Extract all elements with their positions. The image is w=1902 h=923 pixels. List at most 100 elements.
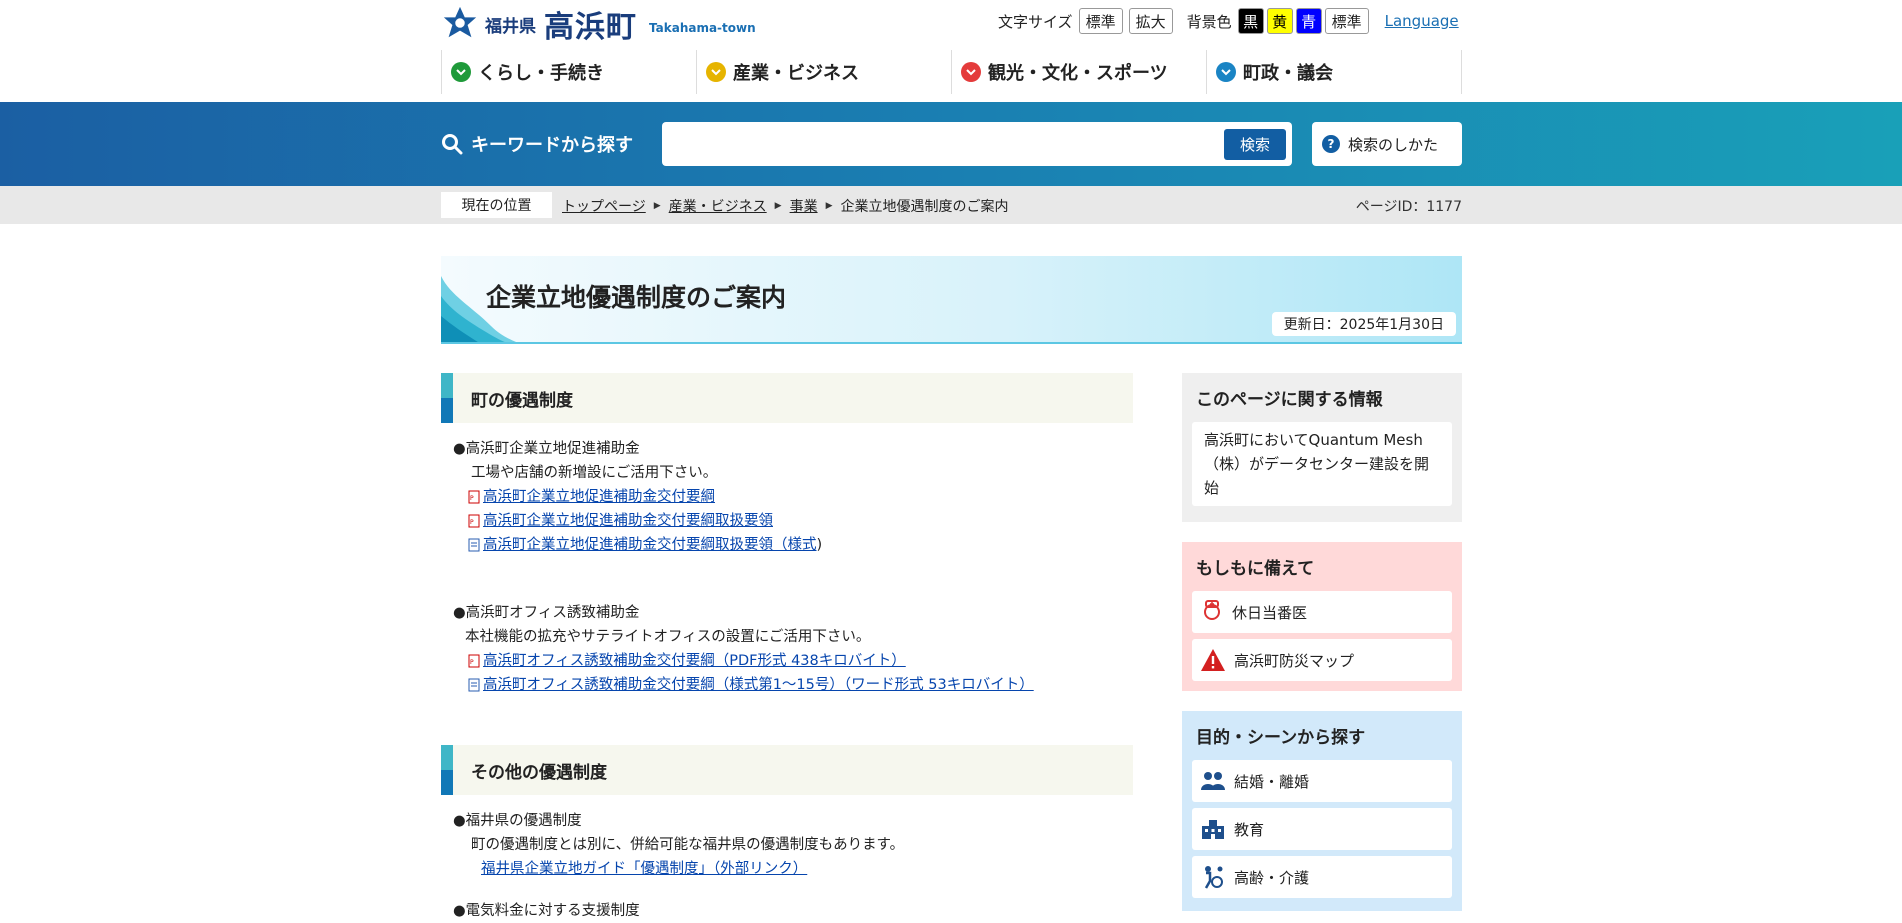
site-logo[interactable]: 福井県 高浜町 Takahama-town [441,2,756,46]
current-location-label: 現在の位置 [441,192,552,218]
caret-right-icon: ▶ [825,201,833,211]
section-bar [441,373,453,423]
list-item: 高浜町オフィス誘致補助金交付要綱（様式第1～15号）（ワード形式 53キロバイト… [453,673,1133,697]
search-label: キーワードから探す [441,131,633,157]
search-help-label: 検索のしかた [1348,135,1439,154]
list-item: P 高浜町オフィス誘致補助金交付要綱（PDF形式 438キロバイト） [453,649,1133,673]
search-button[interactable]: 検索 [1224,129,1286,160]
scene-item-education[interactable]: 教育 [1192,808,1452,850]
help-icon: ? [1322,135,1340,153]
sidebar: このページに関する情報 高浜町においてQuantum Mesh（株）がデータセン… [1182,373,1462,911]
file-link[interactable]: 高浜町企業立地促進補助金交付要綱 [483,485,715,509]
subsidy-group: ●福井県の優遇制度 町の優遇制度とは別に、併給可能な福井県の優遇制度もあります。… [441,809,1133,881]
chevron-down-icon [1216,62,1236,82]
holiday-doctor-label: 休日当番医 [1232,603,1308,622]
bg-black-button[interactable]: 黒 [1237,8,1264,34]
svg-text:P: P [470,659,474,666]
scene-item-label: 高齢・介護 [1234,868,1310,887]
warning-icon [1201,649,1225,671]
scene-search-box: 目的・シーンから探す 結婚・離婚 教育 高齢・介護 [1182,711,1462,911]
breadcrumb-link-business[interactable]: 産業・ビジネス [669,196,767,216]
section-heading: その他の優遇制度 [441,745,1133,795]
file-link[interactable]: 高浜町企業立地促進補助金交付要綱取扱要領（様式 [483,533,817,557]
search-input[interactable] [672,128,1212,160]
scene-item-label: 教育 [1234,820,1265,839]
search-label-text: キーワードから探す [471,135,633,156]
file-link[interactable]: 高浜町オフィス誘致補助金交付要綱（様式第1～15号）（ワード形式 53キロバイト… [483,673,1034,697]
emergency-box: もしもに備えて 休日当番医 高浜町防災マップ [1182,542,1462,691]
school-icon [1202,820,1224,839]
town-emblem-icon [443,6,477,38]
scene-item-marriage[interactable]: 結婚・離婚 [1192,760,1452,802]
file-link[interactable]: 高浜町オフィス誘致補助金交付要綱（PDF形式 438キロバイト） [483,649,906,673]
external-link[interactable]: 福井県企業立地ガイド「優遇制度」（外部リンク） [481,861,807,877]
search-help-button[interactable]: ? 検索のしかた [1312,122,1462,166]
chevron-down-icon [706,62,726,82]
breadcrumb-link-top[interactable]: トップページ [562,196,646,216]
scene-item-elderly-care[interactable]: 高齢・介護 [1192,856,1452,898]
people-icon [1201,772,1225,790]
subsidy-group: ●高浜町オフィス誘致補助金 本社機能の拡充やサテライトオフィスの設置にご活用下さ… [441,601,1133,697]
page-info-text: 高浜町においてQuantum Mesh（株）がデータセンター建設を開始 [1192,422,1452,506]
list-item: P 高浜町企業立地促進補助金交付要綱取扱要領 [453,509,1133,533]
nav-label: 観光・文化・スポーツ [988,63,1168,84]
file-link[interactable]: 高浜町企業立地促進補助金交付要綱取扱要領 [483,509,773,533]
font-size-label: 文字サイズ [998,12,1073,31]
group-title: ●福井県の優遇制度 [453,813,582,829]
holiday-doctor-link[interactable]: 休日当番医 [1192,591,1452,633]
page-id: ページID：1177 [1355,199,1462,215]
word-file-icon [468,678,480,692]
main-content: 町の優遇制度 ●高浜町企業立地促進補助金 工場や店舗の新増設にご活用下さい。 P… [441,373,1133,923]
page-info-heading: このページに関する情報 [1196,390,1383,410]
breadcrumb-link-projects[interactable]: 事業 [790,196,818,216]
chevron-down-icon [961,62,981,82]
list-item: 福井県企業立地ガイド「優遇制度」（外部リンク） [453,857,1133,881]
global-nav: くらし・手続き 産業・ビジネス 観光・文化・スポーツ 町政・議会 [441,50,1462,94]
svg-text:P: P [470,519,474,526]
search-band: キーワードから探す 検索 ? 検索のしかた [0,102,1902,186]
breadcrumb-current: 企業立地優遇制度のご案内 [840,199,1009,215]
scene-item-label: 結婚・離婚 [1234,772,1310,791]
breadcrumb: トップページ ▶ 産業・ビジネス ▶ 事業 ▶ 企業立地優遇制度のご案内 [562,196,1009,216]
chevron-down-icon [451,62,471,82]
group-title: ●高浜町企業立地促進補助金 [453,441,640,457]
word-file-icon [468,538,480,552]
section-heading: 町の優遇制度 [441,373,1133,423]
nav-item-government[interactable]: 町政・議会 [1206,50,1462,94]
group-title: ●高浜町オフィス誘致補助金 [453,605,640,621]
section-heading-text: その他の優遇制度 [471,762,607,783]
section-heading-text: 町の優遇制度 [471,390,573,411]
pdf-file-icon: P [468,490,480,504]
search-box: 検索 [662,122,1292,166]
breadcrumb-bar: 現在の位置 トップページ ▶ 産業・ビジネス ▶ 事業 ▶ 企業立地優遇制度のご… [0,186,1902,224]
bg-standard-button[interactable]: 標準 [1324,8,1369,34]
nav-item-tourism[interactable]: 観光・文化・スポーツ [951,50,1206,94]
elderly-care-icon [1204,866,1223,889]
disaster-map-link[interactable]: 高浜町防災マップ [1192,639,1452,681]
search-icon [442,134,463,155]
bg-blue-button[interactable]: 青 [1295,8,1322,34]
logo-english-name: Takahama-town [649,21,756,35]
file-link-suffix: ) [816,537,823,553]
nav-item-business[interactable]: 産業・ビジネス [696,50,951,94]
bg-color-label: 背景色 [1186,12,1232,31]
section-bar [441,745,453,795]
nurse-icon [1204,600,1220,620]
list-item: P 高浜町企業立地促進補助金交付要綱 [453,485,1133,509]
font-size-enlarge-button[interactable]: 拡大 [1128,8,1173,34]
language-link[interactable]: Language [1385,12,1459,30]
font-size-standard-button[interactable]: 標準 [1078,8,1123,34]
pdf-file-icon: P [468,514,480,528]
group-title: ●電気料金に対する支援制度 [453,903,640,919]
logo-town-name: 高浜町 [544,10,637,45]
nav-label: 産業・ビジネス [733,63,859,84]
caret-right-icon: ▶ [774,201,782,211]
updated-date: 更新日：2025年1月30日 [1271,312,1456,336]
title-banner: 企業立地優遇制度のご案内 更新日：2025年1月30日 [441,256,1462,344]
bg-yellow-button[interactable]: 黄 [1266,8,1293,34]
page-info-box: このページに関する情報 高浜町においてQuantum Mesh（株）がデータセン… [1182,373,1462,522]
nav-item-living[interactable]: くらし・手続き [441,50,696,94]
site-header: 福井県 高浜町 Takahama-town 文字サイズ 標準 拡大 背景色 黒 … [0,0,1902,102]
page-title: 企業立地優遇制度のご案内 [486,283,787,312]
pdf-file-icon: P [468,654,480,668]
